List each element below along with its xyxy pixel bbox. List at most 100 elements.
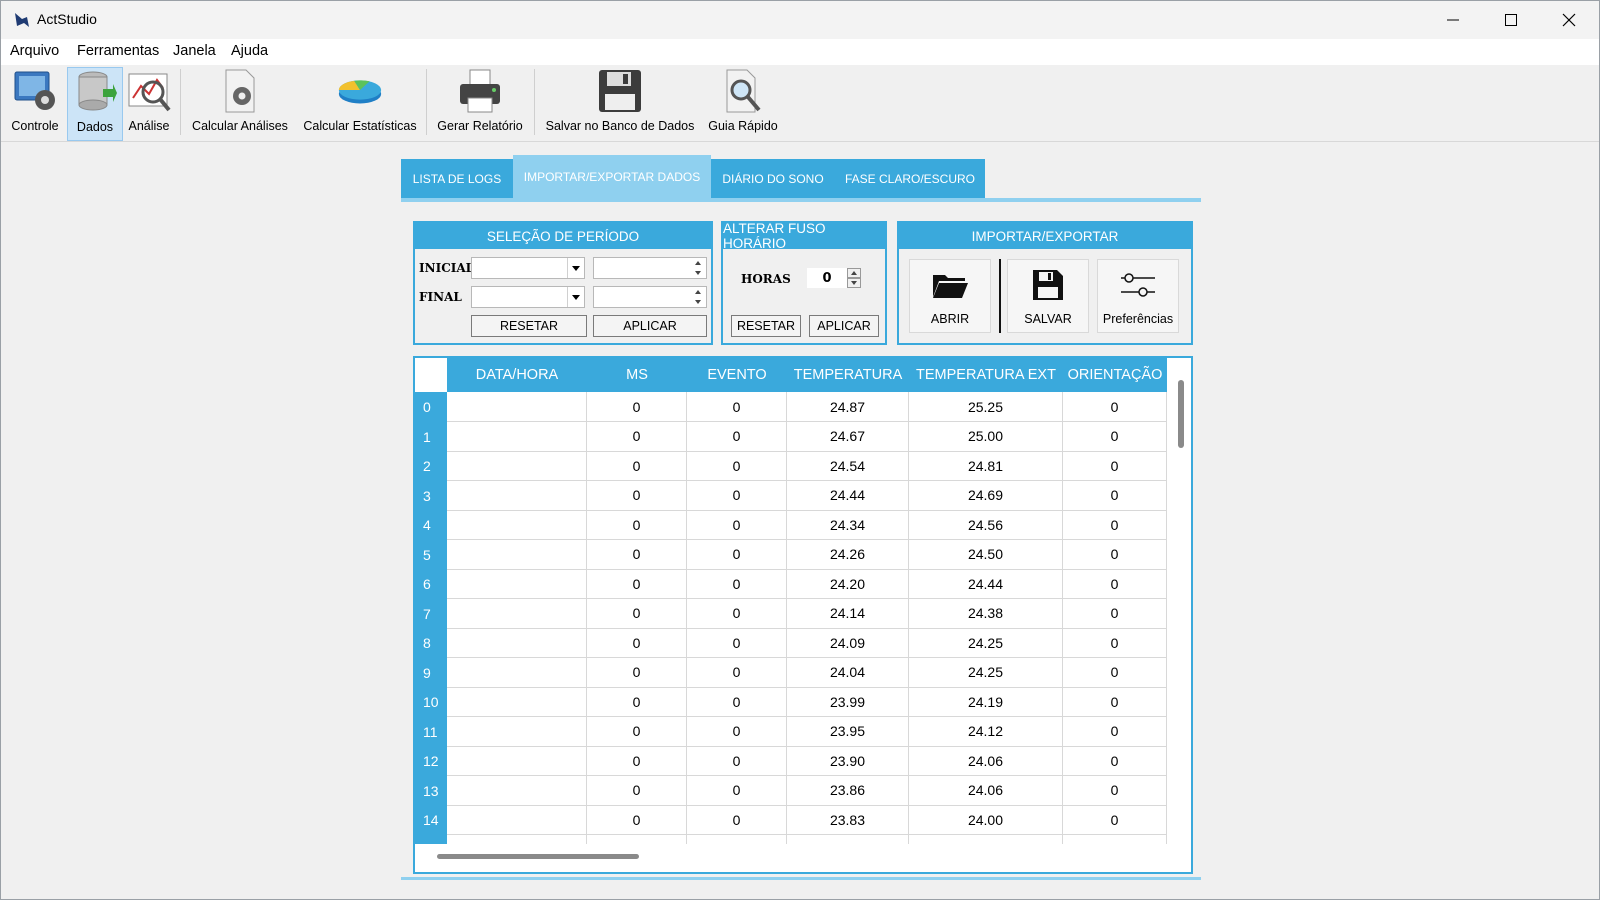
maximize-button[interactable] <box>1483 1 1539 39</box>
table-row[interactable]: 7 0 0 24.14 24.38 0 <box>415 598 1167 629</box>
table-cell-evento[interactable]: 0 <box>687 480 787 511</box>
table-cell-evento[interactable] <box>687 834 787 844</box>
table-cell-data[interactable] <box>447 421 587 452</box>
table-cell-evento[interactable]: 0 <box>687 657 787 688</box>
table-cell-orient[interactable]: 0 <box>1063 716 1167 747</box>
row-header[interactable]: 10 <box>415 687 447 717</box>
table-cell-evento[interactable]: 0 <box>687 805 787 835</box>
column-header-evento[interactable]: EVENTO <box>687 358 787 392</box>
table-cell-temp[interactable]: 24.44 <box>787 480 909 511</box>
table-cell-temp[interactable]: 23.99 <box>787 687 909 717</box>
table-cell-temp-ext[interactable]: 25.00 <box>909 421 1063 452</box>
horas-spinbox[interactable]: 0 <box>807 268 865 290</box>
table-cell-ms[interactable]: 0 <box>587 569 687 599</box>
table-row[interactable]: 13 0 0 23.86 24.06 0 <box>415 775 1167 806</box>
close-button[interactable] <box>1541 1 1597 39</box>
table-cell-orient[interactable] <box>1063 834 1167 844</box>
inicial-date-combo[interactable] <box>471 257 585 279</box>
table-cell-evento[interactable]: 0 <box>687 569 787 599</box>
table-cell-ms[interactable]: 0 <box>587 598 687 629</box>
table-cell-temp[interactable]: 23.95 <box>787 716 909 747</box>
table-row[interactable]: 8 0 0 24.09 24.25 0 <box>415 628 1167 658</box>
table-row[interactable]: 0 0 0 24.87 25.25 0 <box>415 392 1167 422</box>
row-header[interactable]: 5 <box>415 540 447 570</box>
table-cell-ms[interactable]: 0 <box>587 510 687 540</box>
data-table[interactable]: DATA/HORA MS EVENTO TEMPERATURA TEMPERAT… <box>413 356 1193 874</box>
table-cell-ms[interactable] <box>587 834 687 844</box>
row-header[interactable]: 6 <box>415 569 447 599</box>
table-row[interactable]: 14 0 0 23.83 24.00 0 <box>415 805 1167 835</box>
row-header[interactable]: 11 <box>415 717 447 747</box>
toolbar-analise-button[interactable]: Análise <box>123 67 175 139</box>
table-cell-temp-ext[interactable]: 24.19 <box>909 687 1063 717</box>
table-cell-temp-ext[interactable]: 24.06 <box>909 746 1063 776</box>
table-cell-ms[interactable]: 0 <box>587 392 687 422</box>
table-cell-orient[interactable]: 0 <box>1063 539 1167 570</box>
table-cell-ms[interactable]: 0 <box>587 657 687 688</box>
table-cell-temp-ext[interactable]: 24.38 <box>909 598 1063 629</box>
table-cell-data[interactable] <box>447 480 587 511</box>
table-cell-evento[interactable]: 0 <box>687 775 787 806</box>
table-cell-data[interactable] <box>447 569 587 599</box>
tab-fase-claro-escuro[interactable]: FASE CLARO/ESCURO <box>835 159 985 199</box>
table-cell-temp-ext[interactable]: 24.00 <box>909 805 1063 835</box>
table-cell-temp-ext[interactable]: 24.06 <box>909 775 1063 806</box>
table-cell-temp[interactable]: 24.26 <box>787 539 909 570</box>
table-cell-data[interactable] <box>447 451 587 481</box>
spin-up-icon[interactable] <box>690 258 706 268</box>
table-cell-data[interactable] <box>447 746 587 776</box>
table-cell-temp-ext[interactable]: 24.25 <box>909 628 1063 658</box>
menu-ajuda[interactable]: Ajuda <box>231 43 268 59</box>
table-cell-temp-ext[interactable]: 25.25 <box>909 392 1063 422</box>
table-cell-ms[interactable]: 0 <box>587 805 687 835</box>
table-cell-data[interactable] <box>447 510 587 540</box>
column-header-data-hora[interactable]: DATA/HORA <box>447 358 587 392</box>
table-cell-data[interactable] <box>447 687 587 717</box>
row-header[interactable]: 4 <box>415 510 447 540</box>
table-cell-orient[interactable]: 0 <box>1063 775 1167 806</box>
row-header[interactable]: 12 <box>415 746 447 776</box>
table-cell-evento[interactable]: 0 <box>687 598 787 629</box>
abrir-button[interactable]: ABRIR <box>909 259 991 333</box>
table-cell-ms[interactable]: 0 <box>587 687 687 717</box>
row-header[interactable]: 9 <box>415 658 447 688</box>
table-cell-temp[interactable]: 24.20 <box>787 569 909 599</box>
table-cell-ms[interactable]: 0 <box>587 421 687 452</box>
table-cell-temp-ext[interactable]: 24.25 <box>909 657 1063 688</box>
table-cell-temp-ext[interactable]: 24.44 <box>909 569 1063 599</box>
table-row[interactable]: 10 0 0 23.99 24.19 0 <box>415 687 1167 717</box>
table-cell-data[interactable] <box>447 539 587 570</box>
toolbar-controle-button[interactable]: Controle <box>7 67 63 139</box>
table-cell-temp[interactable]: 23.83 <box>787 805 909 835</box>
column-header-temperatura-ext[interactable]: TEMPERATURA EXT <box>909 358 1063 392</box>
table-cell-evento[interactable]: 0 <box>687 746 787 776</box>
table-row[interactable]: 6 0 0 24.20 24.44 0 <box>415 569 1167 599</box>
final-time-spinbox[interactable] <box>593 286 707 308</box>
table-cell-orient[interactable]: 0 <box>1063 510 1167 540</box>
column-header-temperatura[interactable]: TEMPERATURA <box>787 358 909 392</box>
fuso-aplicar-button[interactable]: APLICAR <box>809 315 879 337</box>
toolbar-guia-rapido-button[interactable]: Guia Rápido <box>705 67 781 139</box>
horizontal-scrollbar[interactable] <box>415 844 1167 870</box>
table-cell-evento[interactable]: 0 <box>687 628 787 658</box>
table-cell-temp[interactable]: 24.67 <box>787 421 909 452</box>
table-cell-orient[interactable]: 0 <box>1063 421 1167 452</box>
table-cell-temp-ext[interactable]: 24.69 <box>909 480 1063 511</box>
table-cell-temp-ext[interactable]: 24.12 <box>909 716 1063 747</box>
table-cell-temp[interactable]: 24.87 <box>787 392 909 422</box>
row-header[interactable]: 2 <box>415 451 447 481</box>
spin-down-icon[interactable] <box>690 297 706 307</box>
menu-janela[interactable]: Janela <box>173 43 216 59</box>
toolbar-dados-button[interactable]: Dados <box>67 67 123 141</box>
horas-value[interactable]: 0 <box>807 268 847 288</box>
row-header[interactable]: 1 <box>415 422 447 452</box>
column-header-orientacao[interactable]: ORIENTAÇÃO <box>1063 358 1167 392</box>
row-header[interactable]: 3 <box>415 481 447 511</box>
table-cell-data[interactable] <box>447 598 587 629</box>
table-cell-orient[interactable]: 0 <box>1063 569 1167 599</box>
table-cell-evento[interactable]: 0 <box>687 421 787 452</box>
row-header[interactable]: 14 <box>415 805 447 835</box>
table-cell-evento[interactable]: 0 <box>687 539 787 570</box>
table-cell-temp-ext[interactable]: 24.56 <box>909 510 1063 540</box>
periodo-aplicar-button[interactable]: APLICAR <box>593 315 707 337</box>
